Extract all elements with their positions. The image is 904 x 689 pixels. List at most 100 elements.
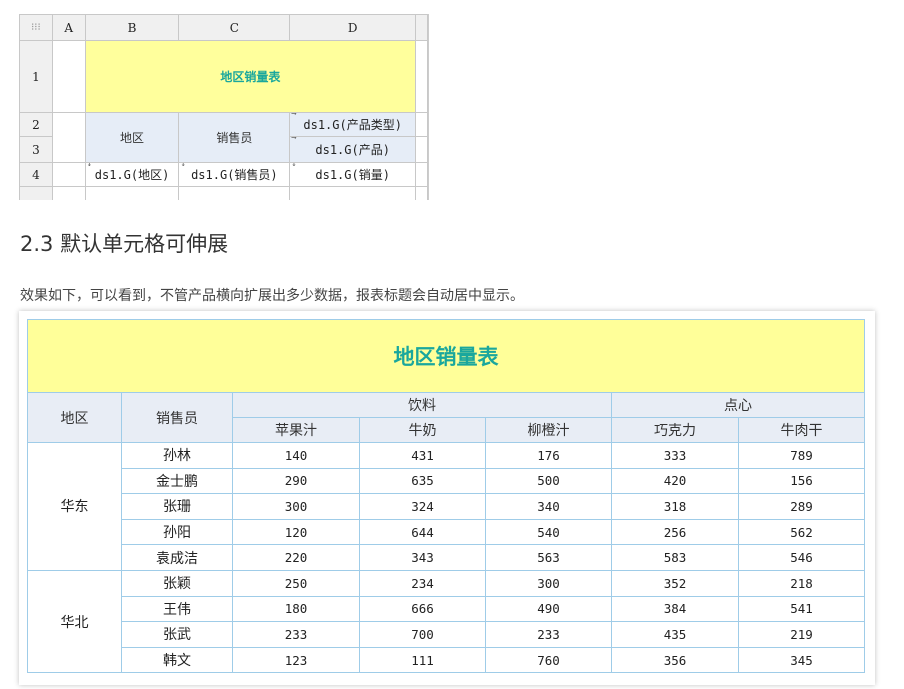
expand-right-icon: →	[291, 112, 297, 120]
expand-down-icon: ↓	[86, 162, 93, 170]
cell-a1[interactable]	[51, 40, 86, 113]
sales-value-cell: 300	[485, 569, 612, 597]
sales-value-cell: 500	[485, 467, 612, 495]
sales-value-cell: 140	[232, 442, 360, 469]
sales-value-cell: 384	[611, 595, 739, 623]
region-formula: ds1.G(地区)	[94, 168, 170, 182]
seller-cell: 金士鹏	[121, 467, 233, 495]
seller-cell: 张武	[121, 621, 233, 648]
report-body: 华东 孙林 140 431 176 333 789 金士鹏 290 635 500 420 156 张珊 3…	[27, 442, 865, 674]
sales-value-cell: 583	[611, 544, 739, 571]
table-row: 袁成洁 220 343 563 583 546	[28, 544, 865, 571]
sales-formula: ds1.G(销量)	[315, 168, 390, 182]
table-row: 张武 233 700 233 435 219	[28, 621, 865, 648]
seller-cell: 张珊	[121, 493, 233, 520]
designer-header-seller[interactable]: 销售员	[178, 112, 291, 163]
sales-value-cell: 666	[359, 595, 486, 623]
sales-value-cell: 324	[359, 493, 486, 520]
row-header-2[interactable]: 2	[19, 112, 53, 137]
table-row: 华北 张颖 250 234 300 352 218	[27, 569, 865, 674]
row-header-3[interactable]: 3	[19, 136, 53, 163]
sales-value-cell: 760	[485, 646, 612, 674]
sales-value-cell: 490	[485, 595, 612, 623]
sales-value-cell: 333	[611, 442, 739, 469]
column-header-e	[415, 14, 428, 41]
cell-a4[interactable]	[51, 162, 86, 187]
row-header-5	[19, 186, 53, 200]
sales-value-cell: 256	[611, 518, 739, 546]
sales-value-cell: 789	[738, 442, 865, 469]
table-row: 孙阳 120 644 540 256 562	[28, 518, 865, 546]
designer-cell-region[interactable]: ↓ ds1.G(地区)	[84, 162, 180, 187]
sales-value-cell: 233	[485, 621, 612, 648]
seller-cell: 张颖	[121, 569, 233, 597]
product-type-formula: ds1.G(产品类型)	[303, 118, 402, 132]
sales-value-cell: 300	[232, 493, 360, 520]
sales-value-cell: 435	[611, 621, 739, 648]
seller-cell: 孙阳	[121, 518, 233, 546]
cell-e3	[415, 136, 428, 163]
designer-cell-product[interactable]: → ds1.G(产品)	[289, 136, 417, 163]
sales-value-cell: 540	[485, 518, 612, 546]
seller-cell: 袁成洁	[121, 544, 233, 571]
sales-value-cell: 343	[359, 544, 486, 571]
product-header: 巧克力	[611, 417, 739, 443]
sales-value-cell: 180	[232, 595, 360, 623]
report-preview: 地区销量表 地区 销售员 饮料 点心 苹果汁 牛奶 柳橙汁 巧克力 牛肉干 华东…	[19, 311, 875, 685]
seller-cell: 韩文	[121, 646, 233, 674]
designer-title-cell[interactable]: 地区销量表	[84, 40, 417, 113]
designer-cell-product-type[interactable]: → ds1.G(产品类型)	[289, 112, 417, 137]
report-table: 地区销量表 地区 销售员 饮料 点心 苹果汁 牛奶 柳橙汁 巧克力 牛肉干 华东…	[27, 319, 865, 674]
header-seller: 销售员	[121, 392, 233, 443]
column-header-c[interactable]: C	[178, 14, 291, 41]
product-header: 苹果汁	[232, 417, 360, 443]
sales-value-cell: 250	[232, 569, 360, 597]
sales-value-cell: 176	[485, 442, 612, 469]
expand-right-icon: →	[291, 136, 297, 144]
column-header-a[interactable]: A	[51, 14, 86, 41]
sales-value-cell: 234	[359, 569, 486, 597]
sales-value-cell: 219	[738, 621, 865, 648]
sales-value-cell: 700	[359, 621, 486, 648]
sales-value-cell: 290	[232, 467, 360, 495]
region-cell: 华东	[27, 442, 122, 571]
sales-value-cell: 546	[738, 544, 865, 571]
seller-formula: ds1.G(销售员)	[191, 168, 278, 182]
sales-value-cell: 635	[359, 467, 486, 495]
column-header-d[interactable]: D	[289, 14, 417, 41]
table-row: 韩文 123 111 760 356 345	[28, 646, 865, 674]
row-header-1[interactable]: 1	[19, 40, 53, 113]
sales-value-cell: 541	[738, 595, 865, 623]
region-cell: 华北	[27, 569, 122, 674]
table-row: 张珊 300 324 340 318 289	[28, 493, 865, 520]
expand-down-icon: ↓	[180, 162, 186, 170]
cell-e4	[415, 162, 428, 187]
group-header-drinks: 饮料	[232, 392, 612, 418]
sales-value-cell: 352	[611, 569, 739, 597]
sales-value-cell: 120	[232, 518, 360, 546]
cell-a2[interactable]	[51, 112, 86, 163]
product-header: 牛奶	[359, 417, 486, 443]
table-row: 王伟 180 666 490 384 541	[28, 595, 865, 623]
sales-value-cell: 563	[485, 544, 612, 571]
sales-value-cell: 431	[359, 442, 486, 469]
designer-grid: ⁝⁝⁝ A B C D 1 地区销量表 2 地区 销售员 → ds1.G(产品类…	[19, 14, 428, 200]
sales-value-cell: 218	[738, 569, 865, 597]
sales-value-cell: 220	[232, 544, 360, 571]
sales-value-cell: 340	[485, 493, 612, 520]
designer-cell-sales[interactable]: ↓ ds1.G(销量)	[289, 162, 417, 187]
sales-value-cell: 318	[611, 493, 739, 520]
sales-value-cell: 289	[738, 493, 865, 520]
sales-value-cell: 644	[359, 518, 486, 546]
section-heading: 2.3 默认单元格可伸展	[20, 232, 229, 256]
report-title: 地区销量表	[27, 319, 865, 393]
select-all-corner[interactable]: ⁝⁝⁝	[19, 14, 53, 41]
sales-value-cell: 345	[738, 646, 865, 674]
sales-value-cell: 156	[738, 467, 865, 495]
designer-cell-seller[interactable]: ↓ ds1.G(销售员)	[178, 162, 291, 187]
sales-value-cell: 233	[232, 621, 360, 648]
column-header-b[interactable]: B	[84, 14, 180, 41]
designer-header-region[interactable]: 地区	[84, 112, 180, 163]
product-header: 牛肉干	[738, 417, 865, 443]
row-header-4[interactable]: 4	[19, 162, 53, 187]
